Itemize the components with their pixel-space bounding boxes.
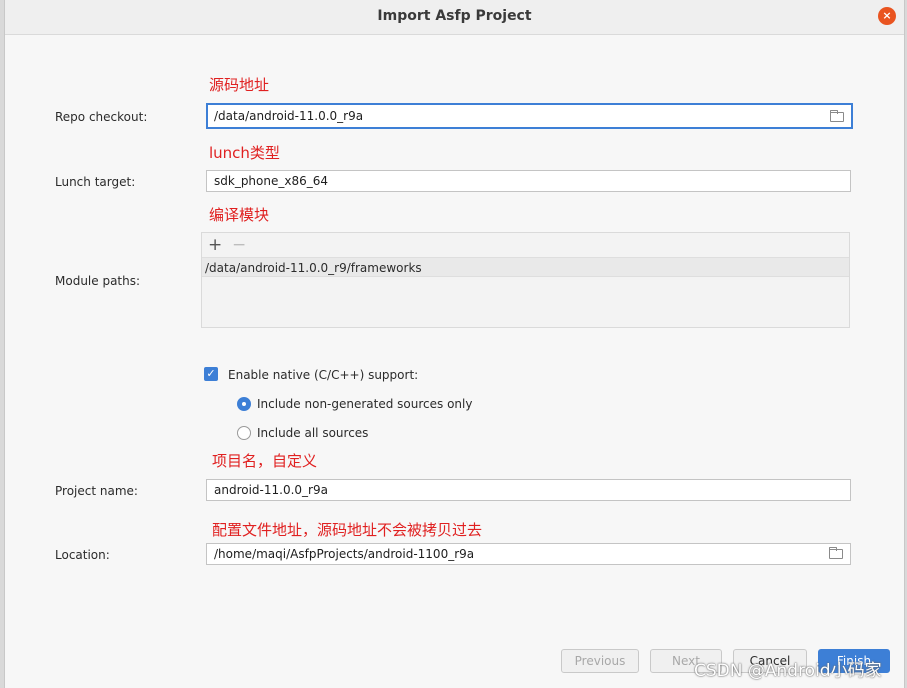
radio-all-sources-label: Include all sources: [257, 426, 369, 440]
annotation-module: 编译模块: [209, 206, 270, 224]
project-name-value: android-11.0.0_r9a: [214, 483, 328, 497]
annotation-project: 项目名，自定义: [212, 452, 318, 470]
close-icon[interactable]: ×: [878, 7, 896, 25]
remove-icon[interactable]: −: [232, 235, 246, 255]
csdn-watermark: CSDN @Android小码家: [694, 661, 882, 681]
location-value: /home/maqi/AsfpProjects/android-1100_r9a: [214, 547, 475, 561]
repo-checkout-label: Repo checkout:: [55, 110, 148, 124]
lunch-target-field[interactable]: sdk_phone_x86_64: [206, 170, 851, 192]
location-field[interactable]: /home/maqi/AsfpProjects/android-1100_r9a: [206, 543, 851, 565]
folder-icon[interactable]: [830, 110, 844, 122]
add-icon[interactable]: +: [208, 235, 222, 255]
project-name-field[interactable]: android-11.0.0_r9a: [206, 479, 851, 501]
repo-checkout-value: /data/android-11.0.0_r9a: [214, 109, 364, 123]
native-support-label: Enable native (C/C++) support:: [228, 368, 419, 382]
previous-button[interactable]: Previous: [561, 649, 639, 673]
annotation-lunch: lunch类型: [209, 144, 280, 162]
project-name-label: Project name:: [55, 484, 138, 498]
lunch-target-value: sdk_phone_x86_64: [214, 174, 329, 188]
annotation-repo: 源码地址: [209, 76, 270, 94]
radio-all-sources[interactable]: [237, 426, 251, 440]
folder-icon[interactable]: [829, 547, 843, 559]
dialog-title: Import Asfp Project: [377, 8, 532, 24]
native-support-checkbox[interactable]: ✓: [204, 367, 218, 381]
radio-non-generated-label: Include non-generated sources only: [257, 397, 473, 411]
module-paths-label: Module paths:: [55, 274, 141, 288]
list-item[interactable]: /data/android-11.0.0_r9/frameworks: [202, 257, 849, 277]
radio-non-generated[interactable]: [237, 397, 251, 411]
lunch-target-label: Lunch target:: [55, 175, 136, 189]
module-paths-list: + − /data/android-11.0.0_r9/frameworks: [201, 232, 850, 328]
location-label: Location:: [55, 548, 110, 562]
title-bar: Import Asfp Project ×: [5, 0, 904, 35]
repo-checkout-field[interactable]: /data/android-11.0.0_r9a: [206, 103, 853, 129]
annotation-location: 配置文件地址，源码地址不会被拷贝过去: [212, 521, 483, 539]
